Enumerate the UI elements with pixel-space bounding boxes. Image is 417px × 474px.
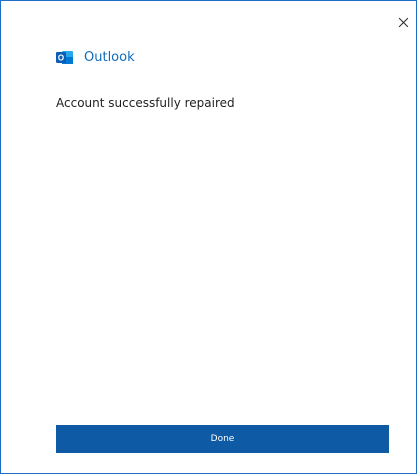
done-button[interactable]: Done [56,425,389,453]
app-name: Outlook [84,50,135,65]
brand-header: O Outlook [56,49,135,66]
outlook-repair-dialog: O Outlook Account successfully repaired … [0,0,417,474]
close-button[interactable] [396,15,410,29]
status-message: Account successfully repaired [56,96,235,110]
outlook-logo-icon: O [56,51,73,64]
outlook-logo-letter: O [58,53,64,62]
close-icon [398,17,408,27]
